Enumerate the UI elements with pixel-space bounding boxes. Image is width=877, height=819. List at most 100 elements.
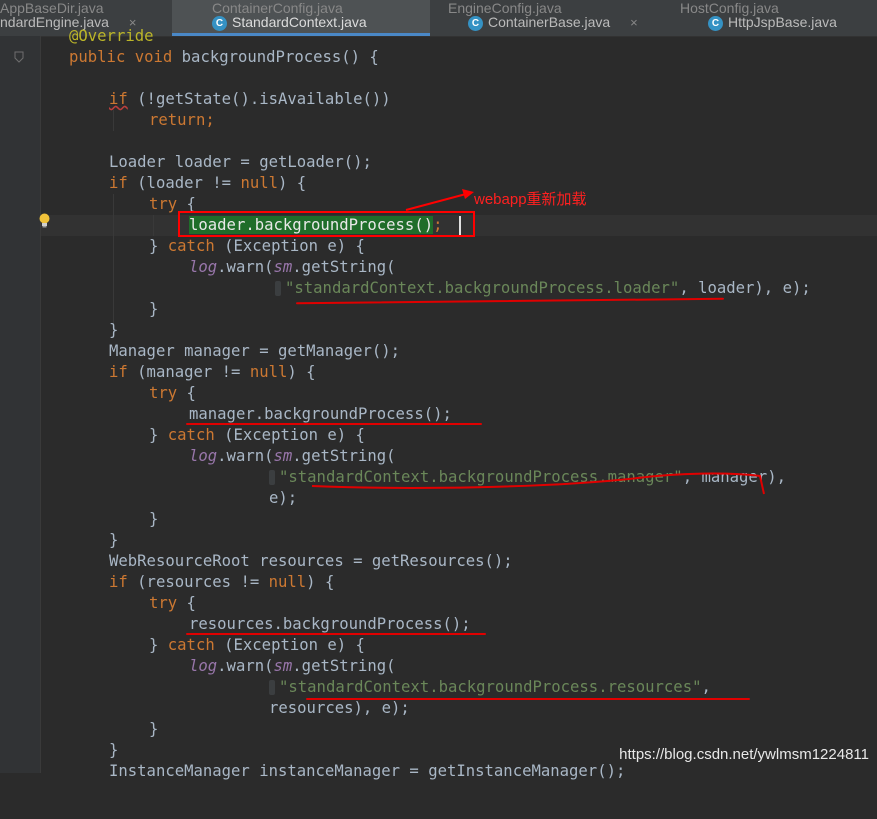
annotation-underline <box>186 633 486 635</box>
tab-ghost-label: EngineConfig.java <box>448 0 562 16</box>
field-ref: sm <box>273 258 293 276</box>
annotation-note: webapp重新加载 <box>474 191 587 208</box>
code-text: , <box>701 678 711 696</box>
code-line: resources), e); <box>269 699 410 717</box>
keyword: try <box>149 384 178 402</box>
lightbulb-icon[interactable] <box>38 213 51 228</box>
field-ref: log <box>189 447 218 465</box>
close-icon[interactable]: × <box>630 15 638 30</box>
code-line: return; <box>149 110 215 131</box>
code-line: if (loader != null) { <box>109 173 306 194</box>
code-line: Loader loader = getLoader(); <box>109 153 372 171</box>
annotation-underline <box>186 423 482 425</box>
code-text: { <box>177 384 196 402</box>
editor-gutter[interactable] <box>0 36 40 773</box>
code-text: (Exception e) { <box>214 636 365 654</box>
code-line: InstanceManager instanceManager = getIns… <box>109 762 626 780</box>
code-line: } <box>109 741 119 759</box>
keyword: return <box>149 111 206 129</box>
keyword: if <box>109 90 128 108</box>
code-line: } <box>149 510 159 528</box>
code-text: } <box>149 237 168 255</box>
code-text: ) { <box>278 174 307 192</box>
code-line: try { <box>149 383 196 404</box>
code-text: ; <box>205 111 215 129</box>
annotation-scribble <box>311 472 765 495</box>
code-text: .getString( <box>292 447 396 465</box>
code-text: ) { <box>287 363 316 381</box>
parameter-hint <box>275 281 281 296</box>
tab-container-base[interactable]: EngineConfig.java C ContainerBase.java × <box>434 0 664 36</box>
annotation-arrow-icon <box>405 189 474 211</box>
code-text: .getString( <box>292 258 396 276</box>
code-line: } catch (Exception e) { <box>149 635 365 656</box>
keyword: if <box>109 573 128 591</box>
indent-guide <box>113 110 114 131</box>
code-line: resources.backgroundProcess(); <box>189 615 471 633</box>
code-line: } catch (Exception e) { <box>149 425 365 446</box>
annotation-underline <box>306 698 750 700</box>
string-literal: "standardContext.backgroundProcess.resou… <box>279 678 702 696</box>
field-ref: log <box>189 657 218 675</box>
keyword: catch <box>167 426 215 444</box>
code-line: log.warn(sm.getString( <box>189 257 396 278</box>
code-line: } <box>149 720 159 738</box>
code-text: .warn( <box>217 447 274 465</box>
parameter-hint <box>269 680 275 695</box>
keyword: null <box>240 174 279 192</box>
code-line: manager.backgroundProcess(); <box>189 405 452 423</box>
keyword: try <box>149 594 178 612</box>
tab-ghost-label: ContainerConfig.java <box>212 0 343 16</box>
code-text: .warn( <box>217 258 274 276</box>
code-text: (Exception e) { <box>214 426 365 444</box>
fold-icon[interactable] <box>14 51 24 63</box>
keyword: null <box>249 363 288 381</box>
code-text: .warn( <box>217 657 274 675</box>
tab-ghost-label: HostConfig.java <box>680 0 779 16</box>
keyword: if <box>109 174 128 192</box>
code-line: "standardContext.backgroundProcess.resou… <box>269 677 711 698</box>
keyword: try <box>149 195 178 213</box>
annotation-box <box>178 211 475 237</box>
code-text: (resources != <box>127 573 269 591</box>
tab-http-jsp-base[interactable]: HostConfig.java C HttpJspBase.java <box>670 0 877 36</box>
code-line: @Override <box>69 27 154 45</box>
watermark: https://blog.csdn.net/ywlmsm1224811 <box>619 746 869 763</box>
code-line: log.warn(sm.getString( <box>189 656 396 677</box>
code-line: } <box>109 531 119 549</box>
code-line: e); <box>269 489 298 507</box>
code-line: public void backgroundProcess() { <box>69 47 379 68</box>
field-ref: sm <box>273 447 293 465</box>
keyword: null <box>268 573 307 591</box>
code-line: Manager manager = getManager(); <box>109 342 401 360</box>
code-text: backgroundProcess() { <box>181 48 379 66</box>
tab-standard-context[interactable]: ContainerConfig.java C StandardContext.ja… <box>172 0 430 36</box>
string-literal: "standardContext.backgroundProcess.loade… <box>285 279 680 297</box>
code-text: ) { <box>306 573 335 591</box>
code-line: } catch (Exception e) { <box>149 236 365 257</box>
code-line: log.warn(sm.getString( <box>189 446 396 467</box>
keyword: if <box>109 363 128 381</box>
code-line: "standardContext.backgroundProcess.loade… <box>275 278 811 299</box>
code-line: WebResourceRoot resources = getResources… <box>109 552 513 570</box>
code-text: } <box>149 426 168 444</box>
gutter-divider <box>40 36 41 773</box>
field-ref: sm <box>273 657 293 675</box>
indent-guide <box>113 194 114 330</box>
parameter-hint <box>269 470 275 485</box>
keyword: catch <box>167 237 215 255</box>
code-line: if (resources != null) { <box>109 572 334 593</box>
code-line: if (manager != null) { <box>109 362 316 383</box>
code-text: (manager != <box>127 363 250 381</box>
code-line: try { <box>149 593 196 614</box>
code-text: (Exception e) { <box>214 237 365 255</box>
code-editor[interactable]: @Override public void backgroundProcess(… <box>69 0 811 819</box>
indent-guide <box>153 215 154 236</box>
code-text: (loader != <box>127 174 241 192</box>
code-text: { <box>177 594 196 612</box>
keyword: public void <box>69 48 182 66</box>
code-text: (!getState().isAvailable()) <box>127 90 391 108</box>
code-line: } <box>149 300 159 318</box>
code-line: if (!getState().isAvailable()) <box>109 89 391 110</box>
keyword: catch <box>167 636 215 654</box>
